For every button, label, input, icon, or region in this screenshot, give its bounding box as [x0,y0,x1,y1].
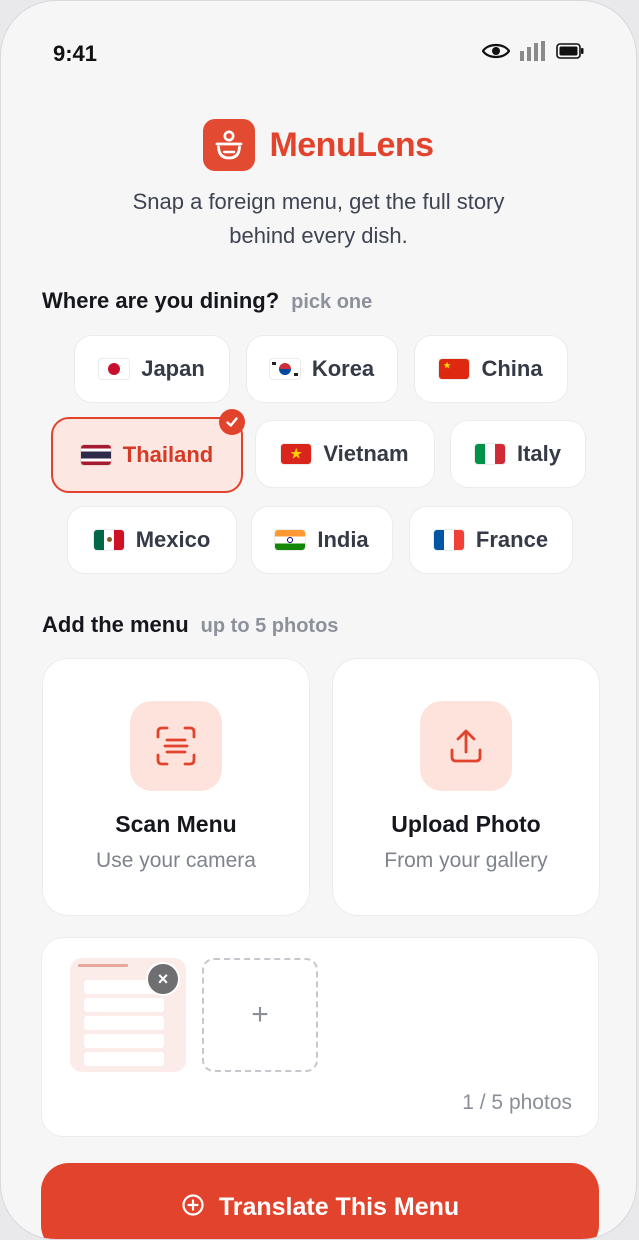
eye-icon [482,42,510,60]
scan-menu-subtitle: Use your camera [96,849,256,872]
plus-circle-icon [181,1193,205,1224]
upload-photo-button[interactable]: Upload Photo From your gallery [332,658,600,916]
tagline-line-2: behind every dish. [229,223,408,248]
menulens-logo-icon [203,119,256,171]
country-label: Vietnam [323,441,409,466]
country-label: Thailand [122,442,214,467]
menu-hint: up to 5 photos [200,615,339,637]
menu-title: Add the menu [42,612,189,637]
country-chip-france[interactable]: France [409,506,573,574]
dining-section-header: Where are you dining? pick one [42,288,372,314]
scan-menu-button[interactable]: Scan Menu Use your camera [42,658,310,916]
scan-icon [130,701,222,791]
country-chip-thailand[interactable]: Thailand [51,409,245,493]
dining-hint: pick one [291,291,373,313]
mexico-flag-icon [93,530,124,550]
photo-tray: × + 1 / 5 photos [41,937,599,1137]
translate-menu-button[interactable]: Translate This Menu [41,1163,599,1239]
country-chip-china[interactable]: ★ China [414,335,568,403]
menu-section-header: Add the menu up to 5 photos [42,612,338,638]
country-chip-vietnam[interactable]: ★ Vietnam [255,420,435,488]
vietnam-flag-icon: ★ [281,444,312,464]
tagline-line-1: Snap a foreign menu, get the full story [132,189,505,214]
phone-screen: 9:41 MenuLens Snap a foreign menu, get t… [0,0,637,1240]
remove-photo-button[interactable]: × [146,962,180,996]
china-flag-icon: ★ [439,359,470,379]
japan-flag-icon [99,359,130,379]
translate-menu-label: Translate This Menu [218,1193,460,1221]
country-label: Italy [516,441,562,466]
photo-count: 1 / 5 photos [462,1091,572,1114]
add-photo-slot[interactable]: + [202,958,318,1072]
upload-photo-subtitle: From your gallery [384,849,548,872]
france-flag-icon [433,530,464,550]
upload-icon [420,701,512,791]
status-time: 9:41 [53,41,98,66]
scan-menu-title: Scan Menu [115,811,237,837]
status-bar: 9:41 [1,37,636,71]
korea-flag-icon [269,359,300,379]
country-label: China [481,356,543,381]
country-label: Korea [311,356,375,381]
tagline: Snap a foreign menu, get the full story … [1,185,636,253]
country-label: Mexico [135,527,211,552]
country-label: Japan [141,356,205,381]
country-chip-india[interactable]: India [251,506,393,574]
country-label: India [317,527,369,552]
country-chip-italy[interactable]: Italy [450,420,586,488]
thailand-flag-icon [80,445,111,465]
app-name: MenuLens [269,125,434,164]
app-header: MenuLens [1,119,636,171]
dining-title: Where are you dining? [42,288,280,313]
country-chip-korea[interactable]: Korea [246,335,398,403]
country-chip-japan[interactable]: Japan [74,335,230,403]
battery-icon [556,43,584,59]
status-icons [482,41,584,61]
country-chip-mexico[interactable]: Mexico [67,506,237,574]
signal-icon [520,41,546,61]
italy-flag-icon [474,444,505,464]
country-label: France [475,527,549,552]
upload-photo-title: Upload Photo [391,811,541,837]
india-flag-icon [275,530,306,550]
selected-check-icon [219,409,245,435]
